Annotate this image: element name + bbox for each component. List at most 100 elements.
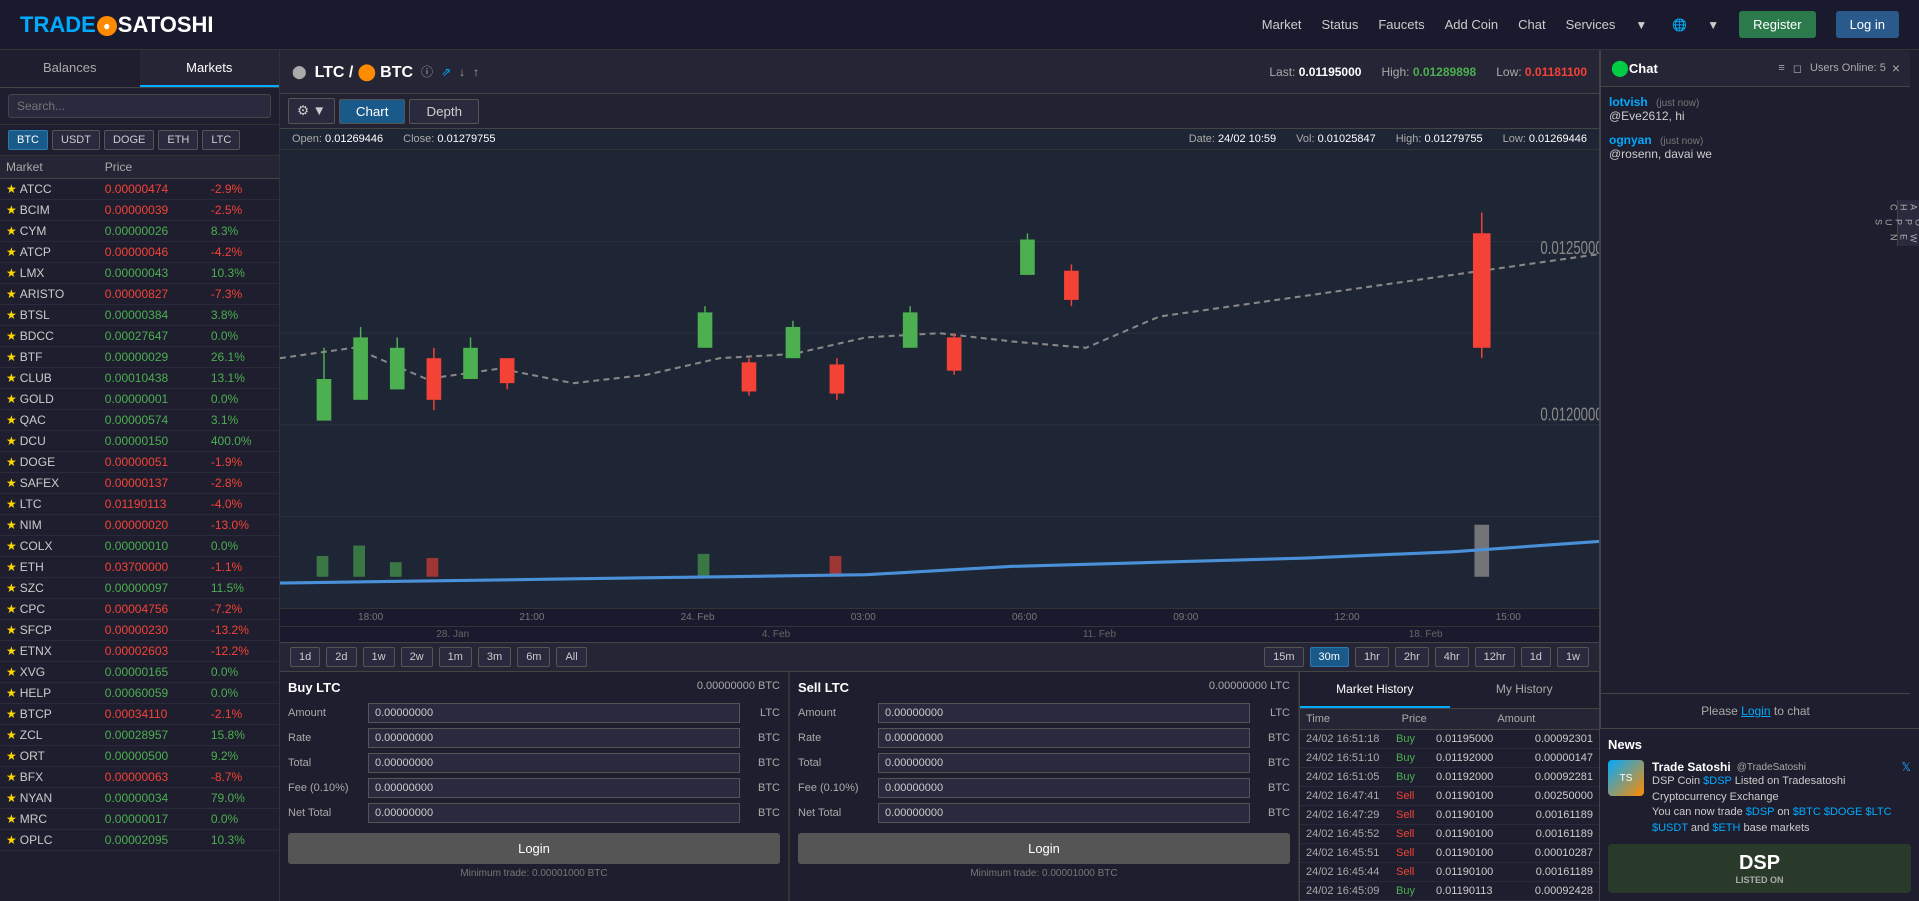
- btn-12hr[interactable]: 12hr: [1475, 647, 1515, 667]
- tab-markets[interactable]: Markets: [140, 50, 280, 87]
- market-row[interactable]: ★SZC 0.00000097 11.5%: [0, 578, 279, 599]
- btn-15m[interactable]: 15m: [1264, 647, 1303, 667]
- chat-menu-icon[interactable]: ≡: [1778, 62, 1784, 74]
- filter-btc[interactable]: BTC: [8, 130, 48, 150]
- sell-fee-input[interactable]: [878, 778, 1250, 798]
- buy-login-button[interactable]: Login: [288, 833, 780, 864]
- nav-services[interactable]: Services: [1566, 17, 1616, 32]
- chat-expand-icon[interactable]: ◻: [1793, 62, 1802, 75]
- btn-3m[interactable]: 3m: [478, 647, 511, 667]
- arrow-up-icon[interactable]: ↑: [473, 65, 479, 79]
- market-row[interactable]: ★LTC 0.01190113 -4.0%: [0, 494, 279, 515]
- buy-amount-input[interactable]: [368, 703, 740, 723]
- filter-doge[interactable]: DOGE: [104, 130, 154, 150]
- market-row[interactable]: ★OPLC 0.00002095 10.3%: [0, 830, 279, 851]
- nav-status[interactable]: Status: [1322, 17, 1359, 32]
- market-row[interactable]: ★SFCP 0.00000230 -13.2%: [0, 620, 279, 641]
- globe-icon[interactable]: 🌐: [1672, 18, 1687, 32]
- market-row[interactable]: ★DOGE 0.00000051 -1.9%: [0, 452, 279, 473]
- btn-4hr[interactable]: 4hr: [1435, 647, 1469, 667]
- buy-total-input[interactable]: [368, 753, 740, 773]
- filter-eth[interactable]: ETH: [158, 130, 198, 150]
- sell-login-button[interactable]: Login: [798, 833, 1290, 864]
- market-row[interactable]: ★QAC 0.00000574 3.1%: [0, 410, 279, 431]
- tab-depth[interactable]: Depth: [409, 99, 479, 124]
- nav-market[interactable]: Market: [1262, 17, 1302, 32]
- info-icon[interactable]: ⓘ: [421, 63, 433, 80]
- market-row[interactable]: ★DCU 0.00000150 400.0%: [0, 431, 279, 452]
- market-row[interactable]: ★ATCC 0.00000474 -2.9%: [0, 179, 279, 200]
- login-button[interactable]: Log in: [1836, 11, 1899, 38]
- market-row[interactable]: ★ETH 0.03700000 -1.1%: [0, 557, 279, 578]
- news-ltc[interactable]: $LTC: [1865, 806, 1891, 818]
- btn-1w[interactable]: 1w: [363, 647, 395, 667]
- market-row[interactable]: ★CLUB 0.00010438 13.1%: [0, 368, 279, 389]
- market-row[interactable]: ★BTCP 0.00034110 -2.1%: [0, 704, 279, 725]
- btn-1d[interactable]: 1d: [290, 647, 320, 667]
- btn-1m[interactable]: 1m: [439, 647, 472, 667]
- market-row[interactable]: ★MRC 0.00000017 0.0%: [0, 809, 279, 830]
- tab-chart[interactable]: Chart: [339, 99, 406, 124]
- market-row[interactable]: ★SAFEX 0.00000137 -2.8%: [0, 473, 279, 494]
- btn-2w[interactable]: 2w: [401, 647, 433, 667]
- buy-nettotal-input[interactable]: [368, 803, 740, 823]
- side-news-icon[interactable]: NEWS: [1885, 230, 1919, 247]
- side-support-icon[interactable]: SUPPORT: [1870, 215, 1919, 230]
- nav-faucets[interactable]: Faucets: [1378, 17, 1424, 32]
- gear-button[interactable]: ⚙ ▼: [288, 98, 335, 124]
- btn-1w-r[interactable]: 1w: [1557, 647, 1589, 667]
- arrow-down-icon[interactable]: ↓: [459, 65, 465, 79]
- external-link-icon[interactable]: ⇗: [441, 65, 451, 79]
- chat-close-icon[interactable]: ×: [1892, 60, 1900, 76]
- market-row[interactable]: ★BFX 0.00000063 -8.7%: [0, 767, 279, 788]
- market-row[interactable]: ★COLX 0.00000010 0.0%: [0, 536, 279, 557]
- news-dsp2[interactable]: $DSP: [1746, 806, 1775, 818]
- market-row[interactable]: ★LMX 0.00000043 10.3%: [0, 263, 279, 284]
- market-row[interactable]: ★NIM 0.00000020 -13.0%: [0, 515, 279, 536]
- market-row[interactable]: ★ORT 0.00000500 9.2%: [0, 746, 279, 767]
- sell-rate-input[interactable]: [878, 728, 1250, 748]
- btn-2hr[interactable]: 2hr: [1395, 647, 1429, 667]
- market-row[interactable]: ★ARISTO 0.00000827 -7.3%: [0, 284, 279, 305]
- market-row[interactable]: ★CYM 0.00000026 8.3%: [0, 221, 279, 242]
- sell-nettotal-input[interactable]: [878, 803, 1250, 823]
- tab-market-history[interactable]: Market History: [1300, 672, 1450, 708]
- market-row[interactable]: ★ATCP 0.00000046 -4.2%: [0, 242, 279, 263]
- news-eth[interactable]: $ETH: [1712, 822, 1740, 834]
- news-btc[interactable]: $BTC: [1793, 806, 1821, 818]
- twitter-icon[interactable]: 𝕏: [1901, 760, 1911, 774]
- market-row[interactable]: ★BCIM 0.00000039 -2.5%: [0, 200, 279, 221]
- tab-balances[interactable]: Balances: [0, 50, 140, 87]
- market-row[interactable]: ★XVG 0.00000165 0.0%: [0, 662, 279, 683]
- market-row[interactable]: ★ETNX 0.00002603 -12.2%: [0, 641, 279, 662]
- market-row[interactable]: ★CPC 0.00004756 -7.2%: [0, 599, 279, 620]
- btn-1hr[interactable]: 1hr: [1355, 647, 1389, 667]
- buy-rate-input[interactable]: [368, 728, 740, 748]
- market-row[interactable]: ★BDCC 0.00027647 0.0%: [0, 326, 279, 347]
- market-row[interactable]: ★ZCL 0.00028957 15.8%: [0, 725, 279, 746]
- btn-2d[interactable]: 2d: [326, 647, 356, 667]
- market-row[interactable]: ★NYAN 0.00000034 79.0%: [0, 788, 279, 809]
- nav-chat[interactable]: Chat: [1518, 17, 1545, 32]
- filter-ltc[interactable]: LTC: [202, 130, 240, 150]
- market-row[interactable]: ★GOLD 0.00000001 0.0%: [0, 389, 279, 410]
- side-chat-icon[interactable]: CHAT: [1885, 200, 1919, 215]
- news-usdt[interactable]: $USDT: [1652, 822, 1688, 834]
- buy-fee-input[interactable]: [368, 778, 740, 798]
- tab-my-history[interactable]: My History: [1450, 672, 1600, 708]
- sell-amount-input[interactable]: [878, 703, 1250, 723]
- news-doge[interactable]: $DOGE: [1824, 806, 1863, 818]
- btn-6m[interactable]: 6m: [517, 647, 550, 667]
- nav-add-coin[interactable]: Add Coin: [1445, 17, 1498, 32]
- register-button[interactable]: Register: [1739, 11, 1815, 38]
- search-input[interactable]: [8, 94, 271, 118]
- chat-login-link[interactable]: Login: [1741, 704, 1770, 718]
- market-row[interactable]: ★BTF 0.00000029 26.1%: [0, 347, 279, 368]
- filter-usdt[interactable]: USDT: [52, 130, 100, 150]
- sell-total-input[interactable]: [878, 753, 1250, 773]
- news-dsp-link[interactable]: $DSP: [1703, 775, 1732, 787]
- btn-30m[interactable]: 30m: [1310, 647, 1349, 667]
- market-row[interactable]: ★BTSL 0.00000384 3.8%: [0, 305, 279, 326]
- btn-1d-r[interactable]: 1d: [1521, 647, 1551, 667]
- btn-all[interactable]: All: [556, 647, 586, 667]
